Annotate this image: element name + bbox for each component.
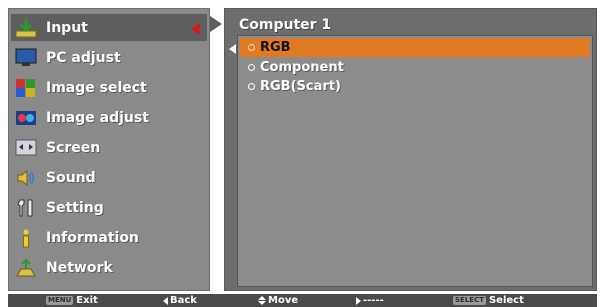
menu-item-label: Input — [46, 19, 88, 36]
select-key-icon: SELECT — [453, 296, 486, 305]
hint-select-label: Select — [488, 295, 524, 306]
up-down-arrow-icon — [258, 296, 266, 305]
monitor-icon — [13, 47, 39, 69]
image-adjust-icon — [13, 107, 39, 129]
radio-icon — [248, 83, 255, 90]
image-select-icon — [13, 77, 39, 99]
submenu-title: Computer 1 — [239, 17, 332, 33]
hint-exit-label: Exit — [76, 295, 98, 306]
projector-osd: Input PC adjust Image select Image adjus… — [0, 0, 601, 307]
menu-item-label: Image adjust — [46, 109, 149, 126]
menu-item-label: Setting — [46, 199, 104, 216]
screen-icon — [13, 137, 39, 159]
radio-icon — [248, 44, 255, 51]
menu-item-label: Screen — [46, 139, 101, 156]
hint-next: ----- — [356, 295, 384, 306]
option-rgb-scart[interactable]: RGB(Scart) — [240, 77, 590, 96]
option-label: Component — [260, 60, 344, 75]
option-component[interactable]: Component — [240, 58, 590, 77]
menu-item-network[interactable]: Network — [11, 254, 207, 281]
network-icon — [13, 257, 39, 279]
help-bar: MENU Exit Back Move ----- SELECT Select — [8, 294, 597, 307]
menu-key-icon: MENU — [46, 296, 74, 305]
hint-move: Move — [258, 295, 298, 306]
left-arrow-icon — [229, 44, 236, 54]
hint-select: SELECT Select — [453, 295, 524, 306]
input-icon — [13, 17, 39, 39]
option-label: RGB(Scart) — [260, 79, 341, 94]
menu-item-label: Sound — [46, 169, 96, 186]
menu-item-information[interactable]: Information — [11, 224, 207, 251]
speaker-icon — [13, 167, 39, 189]
option-rgb[interactable]: RGB — [240, 38, 590, 57]
menu-item-image-select[interactable]: Image select — [11, 74, 207, 101]
submenu-panel: Computer 1 RGB Component RGB(Scart) — [224, 8, 597, 291]
option-label: RGB — [260, 40, 291, 55]
hint-move-label: Move — [268, 295, 299, 306]
submenu-pointer — [210, 16, 222, 32]
menu-item-screen[interactable]: Screen — [11, 134, 207, 161]
right-arrow-icon — [356, 296, 361, 305]
info-icon — [13, 227, 39, 249]
main-menu: Input PC adjust Image select Image adjus… — [8, 8, 210, 291]
hint-next-label: ----- — [363, 295, 384, 306]
menu-item-setting[interactable]: Setting — [11, 194, 207, 221]
hint-back-label: Back — [170, 295, 197, 306]
selection-arrow-icon — [191, 23, 200, 35]
menu-item-label: Information — [46, 229, 139, 246]
submenu-options: RGB Component RGB(Scart) — [237, 35, 593, 287]
menu-item-pc-adjust[interactable]: PC adjust — [11, 44, 207, 71]
hint-exit: MENU Exit — [46, 295, 98, 306]
menu-item-input[interactable]: Input — [11, 14, 207, 41]
hint-back: Back — [163, 295, 197, 306]
menu-item-label: PC adjust — [46, 49, 121, 66]
menu-item-sound[interactable]: Sound — [11, 164, 207, 191]
menu-item-label: Network — [46, 259, 113, 276]
menu-item-image-adjust[interactable]: Image adjust — [11, 104, 207, 131]
radio-icon — [248, 64, 255, 71]
wrench-icon — [13, 197, 39, 219]
menu-item-label: Image select — [46, 79, 147, 96]
left-arrow-icon — [163, 296, 168, 305]
